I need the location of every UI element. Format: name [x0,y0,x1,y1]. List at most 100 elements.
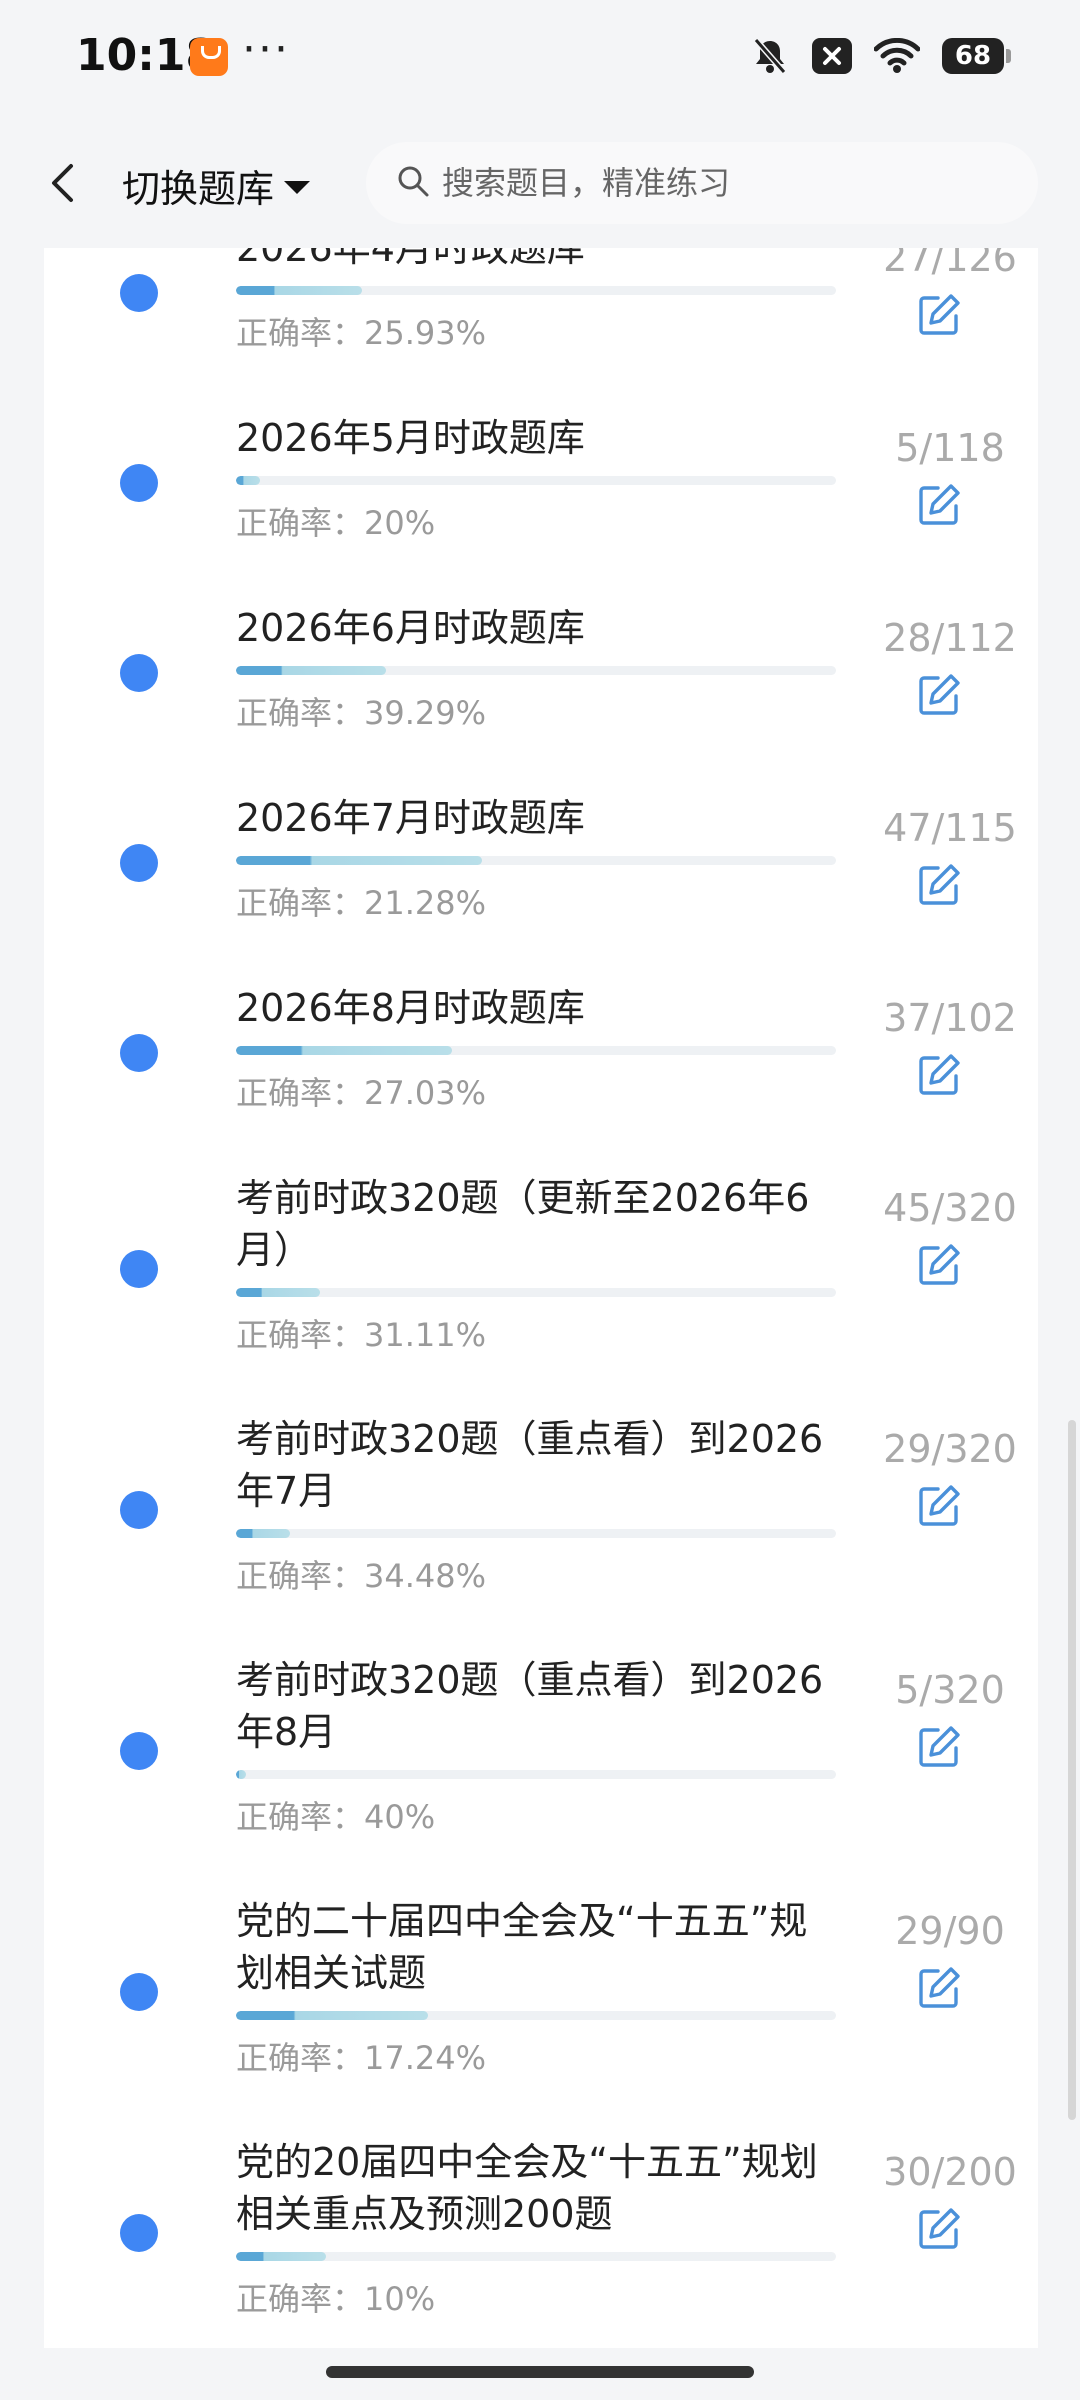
accuracy-text: 正确率：40% [236,1798,436,1836]
progress-fill [236,1046,452,1055]
accuracy-text: 正确率：21.28% [236,884,487,922]
more-icon: ··· [242,24,290,75]
accuracy-text: 正确率：20% [236,504,436,542]
progress-fill [236,666,386,675]
status-dot [120,2214,158,2252]
bank-title: 2026年5月时政题库 [236,416,585,460]
list-item[interactable]: 2026年5月时政题库正确率：20% 5/118 [44,382,1038,572]
back-button[interactable] [40,158,90,208]
list-item[interactable]: 2026年7月时政题库正确率：21.28% 47/115 [44,762,1038,952]
progress-fill [236,1770,246,1779]
progress-fill [236,1529,290,1538]
accuracy-text: 正确率：34.48% [236,1557,487,1595]
status-dot [120,654,158,692]
progress-fill [236,2252,326,2261]
list-item[interactable]: 党的20届四中全会及“十五五”规划相关重点及预测200题正确率：10% 30/20… [44,2106,1038,2347]
bank-title: 党的20届四中全会及“十五五”规划相关重点及预测200题 [236,2140,818,2236]
bank-title: 考前时政320题（更新至2026年6月） [236,1176,810,1272]
progress-count: 29/320 [883,1427,1017,1471]
bank-title: 考前时政320题（重点看）到2026年7月 [236,1417,824,1513]
edit-icon[interactable] [916,1965,962,2011]
edit-icon[interactable] [916,1724,962,1770]
edit-icon[interactable] [916,482,962,528]
caret-down-icon [284,181,311,194]
edit-icon[interactable] [916,1052,962,1098]
list-item[interactable]: 考前时政320题（更新至2026年6月） 正确率：31.11% 45/320 [44,1142,1038,1383]
battery-icon: 68 [942,38,1011,74]
app-icon [190,38,228,76]
search-input[interactable] [440,163,1004,203]
question-bank-list: 2026年4月时政题库 正确率：25.93% 27/126 2026年5月时政题库 正确… [44,248,1038,2348]
mute-bell-icon [750,36,790,76]
close-x-icon [812,38,852,74]
list-item[interactable]: 考前时政320题（重点看）到2026年7月正确率：34.48% 29/320 [44,1383,1038,1624]
progress-count: 45/320 [883,1186,1017,1230]
accuracy-text: 正确率：39.29% [236,694,487,732]
bank-title: 2026年7月时政题库 [236,796,585,840]
edit-icon[interactable] [916,862,962,908]
top-header: 切换题库 [0,118,1080,248]
progress-bar [236,2011,836,2020]
progress-fill [236,286,362,295]
progress-bar [236,1288,836,1297]
edit-icon[interactable] [916,292,962,338]
status-dot [120,1034,158,1072]
progress-bar [236,856,836,865]
wifi-icon [874,38,920,74]
progress-bar [236,1046,836,1055]
switch-bank-dropdown[interactable]: 切换题库 [122,158,311,213]
status-dot [120,844,158,882]
status-dot [120,1491,158,1529]
progress-count: 47/115 [883,806,1017,850]
progress-fill [236,2011,428,2020]
search-bar[interactable] [366,142,1038,224]
list-item[interactable]: 2026年4月时政题库正确率：25.93% 27/126 [44,248,1038,382]
progress-bar [236,666,836,675]
progress-count: 37/102 [883,996,1017,1040]
progress-count: 5/118 [895,426,1005,470]
progress-bar [236,2252,836,2261]
list-item[interactable]: 2026年6月时政题库正确率：39.29% 28/112 [44,572,1038,762]
progress-bar [236,286,836,295]
status-dot [120,464,158,502]
progress-count: 29/90 [895,1909,1005,1953]
progress-bar [236,1529,836,1538]
home-indicator[interactable] [326,2366,754,2378]
status-icons: 68 [750,36,1011,76]
progress-bar [236,1770,836,1779]
status-dot [120,274,158,312]
status-dot [120,1973,158,2011]
bank-title: 党的二十届四中全会及“十五五”规划相关试题 [236,1899,808,1995]
progress-fill [236,856,482,865]
edit-icon[interactable] [916,1483,962,1529]
progress-count: 27/126 [883,248,1017,280]
accuracy-text: 正确率：10% [236,2280,436,2318]
status-dot [120,1250,158,1288]
status-dot [120,1732,158,1770]
list-item[interactable]: 2026年8月时政题库正确率：27.03% 37/102 [44,952,1038,1142]
accuracy-text: 正确率：31.11% [236,1316,487,1354]
list-item[interactable]: 考前时政320题（重点看）到2026年8月正确率：40% 5/320 [44,1624,1038,1865]
status-bar: 10:18 ··· 68 [0,0,1080,118]
edit-icon[interactable] [916,2206,962,2252]
scrollbar[interactable] [1068,1420,1076,2120]
accuracy-text: 正确率：27.03% [236,1074,487,1112]
progress-count: 28/112 [883,616,1017,660]
chevron-left-icon [52,164,73,202]
edit-icon[interactable] [916,1242,962,1288]
bank-title: 2026年4月时政题库 [236,248,585,270]
list-item[interactable]: 党的二十届四中全会及“十五五”规划相关试题正确率：17.24% 29/90 [44,1865,1038,2106]
progress-fill [236,476,260,485]
accuracy-text: 正确率：25.93% [236,314,487,352]
page-title: 切换题库 [122,167,275,211]
bank-title: 2026年8月时政题库 [236,986,585,1030]
progress-count: 30/200 [883,2150,1017,2194]
progress-bar [236,476,836,485]
edit-icon[interactable] [916,672,962,718]
bank-title: 考前时政320题（重点看）到2026年8月 [236,1658,824,1754]
search-icon [396,164,430,202]
progress-count: 5/320 [895,1668,1005,1712]
bank-title: 2026年6月时政题库 [236,606,585,650]
accuracy-text: 正确率：17.24% [236,2039,487,2077]
progress-fill [236,1288,320,1297]
